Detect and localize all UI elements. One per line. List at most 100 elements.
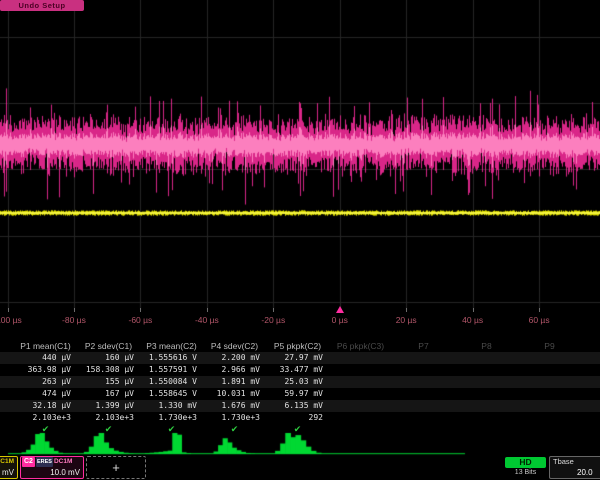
- param-header[interactable]: P4 sdev(C2): [203, 340, 266, 352]
- param-value: 263 µV: [14, 376, 77, 388]
- eres-badge: ERES: [36, 457, 53, 467]
- param-header-row: P1 mean(C1)P2 sdev(C1)P3 mean(C2)P4 sdev…: [0, 340, 600, 352]
- param-value: 160 µV: [77, 352, 140, 364]
- param-value: 6.135 mV: [266, 400, 329, 412]
- param-value: [329, 352, 392, 364]
- param-value: [455, 352, 518, 364]
- param-value: 25.03 mV: [266, 376, 329, 388]
- oscilloscope-screen: Undo Setup -100 µs -80 µs -60 µs -40 µs -20 …: [0, 0, 600, 480]
- param-value: [455, 364, 518, 376]
- param-value: [329, 388, 392, 400]
- axis-tick-label: -20 µs: [261, 315, 285, 325]
- timebase-descriptor[interactable]: Tbase 20.0: [549, 456, 600, 479]
- channel-c1-descriptor[interactable]: C1M 0 mV: [0, 456, 18, 479]
- param-value: [329, 400, 392, 412]
- param-value: [581, 376, 600, 388]
- param-value: 167 µV: [77, 388, 140, 400]
- axis-tick-label: -40 µs: [195, 315, 219, 325]
- c1-coupling-label: C1M: [0, 457, 17, 467]
- param-value: 1.399 µV: [77, 400, 140, 412]
- param-header[interactable]: P7: [392, 340, 455, 352]
- param-value: [392, 400, 455, 412]
- param-value: [455, 412, 518, 424]
- c2-channel-badge: C2: [22, 457, 35, 467]
- param-value: [581, 412, 600, 424]
- param-value: 155 µV: [77, 376, 140, 388]
- param-value: [518, 400, 581, 412]
- param-value: 158.308 µV: [77, 364, 140, 376]
- hd-bits-label: 13 Bits: [505, 469, 546, 476]
- add-trace-button[interactable]: +: [86, 456, 146, 479]
- channel-c2-descriptor[interactable]: C2 ERES DC1M 10.0 mV: [20, 456, 84, 479]
- undo-setup-button[interactable]: Undo Setup: [0, 0, 84, 11]
- param-value: 10.031 mV: [203, 388, 266, 400]
- trigger-position-marker[interactable]: [336, 306, 344, 313]
- param-stat-row: 2.103e+32.103e+31.730e+31.730e+3292: [0, 412, 600, 424]
- param-value: [392, 364, 455, 376]
- param-value: [581, 388, 600, 400]
- param-value: [329, 364, 392, 376]
- param-value: [455, 400, 518, 412]
- param-value: [581, 352, 600, 364]
- param-value: 474 µV: [14, 388, 77, 400]
- waveform-plot[interactable]: [0, 0, 600, 310]
- param-value: [518, 364, 581, 376]
- param-value: 1.730e+3: [140, 412, 203, 424]
- param-value: 1.676 mV: [203, 400, 266, 412]
- param-value: 2.966 mV: [203, 364, 266, 376]
- param-header[interactable]: P2 sdev(C1): [77, 340, 140, 352]
- param-value: [392, 412, 455, 424]
- param-value: 2.200 mV: [203, 352, 266, 364]
- param-value: [329, 376, 392, 388]
- param-stat-row: 32.18 µV1.399 µV1.330 mV1.676 mV6.135 mV: [0, 400, 600, 412]
- axis-tick-label: -80 µs: [62, 315, 86, 325]
- histicon-strip[interactable]: [0, 430, 600, 456]
- param-value: 440 µV: [14, 352, 77, 364]
- param-stat-row: 440 µV160 µV1.555616 V2.200 mV27.97 mV: [0, 352, 600, 364]
- param-value: [581, 364, 600, 376]
- hd-mode-badge[interactable]: HD: [505, 457, 546, 468]
- axis-tick: [207, 308, 208, 312]
- measurement-table: P1 mean(C1)P2 sdev(C1)P3 mean(C2)P4 sdev…: [0, 340, 600, 436]
- param-value: [455, 376, 518, 388]
- param-value: [392, 388, 455, 400]
- axis-tick: [539, 308, 540, 312]
- axis-tick-label: 40 µs: [462, 315, 483, 325]
- axis-tick-label: 20 µs: [396, 315, 417, 325]
- param-header[interactable]: P3 mean(C2): [140, 340, 203, 352]
- param-value: [455, 388, 518, 400]
- param-value: [392, 376, 455, 388]
- param-value: 1.891 mV: [203, 376, 266, 388]
- param-value: 59.97 mV: [266, 388, 329, 400]
- axis-tick: [406, 308, 407, 312]
- axis-tick: [273, 308, 274, 312]
- param-value: 1.555616 V: [140, 352, 203, 364]
- c1-scale-label: 0 mV: [0, 467, 17, 478]
- param-stat-row: 363.98 µV158.308 µV1.557591 V2.966 mV33.…: [0, 364, 600, 376]
- param-stat-row: 474 µV167 µV1.558645 V10.031 mV59.97 mV: [0, 388, 600, 400]
- bottom-bar: C1M 0 mV C2 ERES DC1M 10.0 mV + HD 13 Bi…: [0, 456, 600, 480]
- param-value: 1.730e+3: [203, 412, 266, 424]
- time-axis: -100 µs-80 µs-60 µs-40 µs-20 µs0 µs20 µs…: [0, 308, 600, 336]
- param-header[interactable]: P6 pkpk(C3): [329, 340, 392, 352]
- axis-tick: [140, 308, 141, 312]
- param-value: 1.557591 V: [140, 364, 203, 376]
- param-header[interactable]: P5 pkpk(C2): [266, 340, 329, 352]
- param-value: 33.477 mV: [266, 364, 329, 376]
- param-value: [329, 412, 392, 424]
- param-value: 363.98 µV: [14, 364, 77, 376]
- param-value: [518, 412, 581, 424]
- param-header[interactable]: P9: [518, 340, 581, 352]
- axis-tick-label: -60 µs: [128, 315, 152, 325]
- param-value: 1.550084 V: [140, 376, 203, 388]
- param-value: 32.18 µV: [14, 400, 77, 412]
- param-value: [581, 400, 600, 412]
- param-header[interactable]: P1 mean(C1): [14, 340, 77, 352]
- param-value: 2.103e+3: [77, 412, 140, 424]
- axis-tick-label: -100 µs: [0, 315, 22, 325]
- param-value: [518, 352, 581, 364]
- timebase-label: Tbase: [550, 457, 600, 467]
- param-header[interactable]: P8: [455, 340, 518, 352]
- param-header[interactable]: P10: [581, 340, 600, 352]
- param-value: 2.103e+3: [14, 412, 77, 424]
